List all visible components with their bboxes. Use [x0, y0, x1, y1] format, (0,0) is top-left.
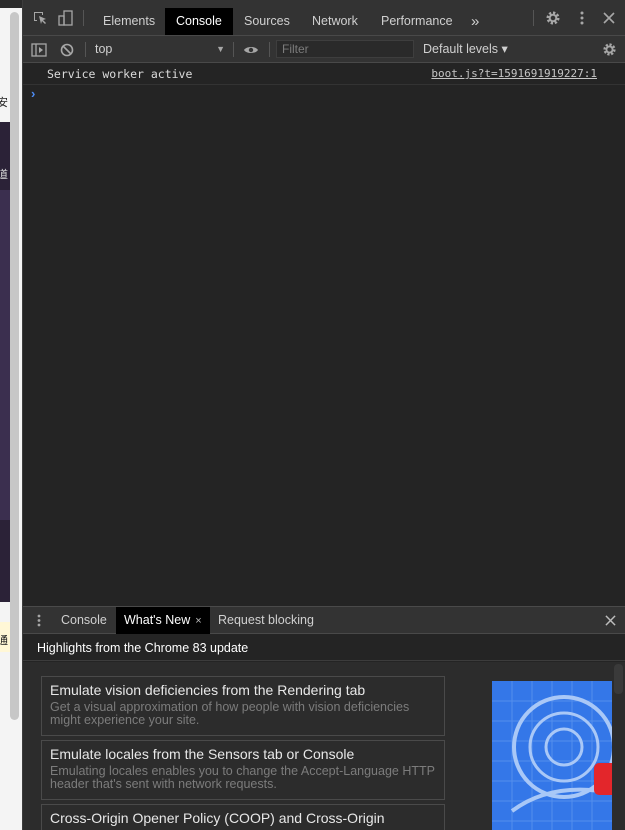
console-toolbar: top ▼ Default levels ▾: [23, 36, 625, 63]
more-tabs-chevron-icon[interactable]: »: [460, 8, 490, 35]
drawer-tab-label: Request blocking: [218, 613, 314, 627]
dropdown-arrow-icon: ▼: [216, 44, 225, 54]
feature-card[interactable]: Cross-Origin Opener Policy (COOP) and Cr…: [41, 804, 445, 830]
feature-card[interactable]: Emulate locales from the Sensors tab or …: [41, 740, 445, 800]
feature-card-title: Emulate locales from the Sensors tab or …: [50, 746, 355, 762]
console-prompt-icon[interactable]: ›: [31, 86, 35, 101]
console-message-text: Service worker active: [47, 67, 193, 81]
settings-gear-icon[interactable]: [539, 0, 567, 36]
clear-console-icon[interactable]: [53, 36, 81, 63]
whats-new-title: Highlights from the Chrome 83 update: [37, 641, 249, 655]
console-settings-gear-icon[interactable]: [595, 36, 623, 63]
tab-elements[interactable]: Elements: [92, 8, 166, 35]
tab-console[interactable]: Console: [165, 8, 233, 35]
close-devtools-icon[interactable]: [595, 0, 623, 36]
log-levels-dropdown[interactable]: Default levels ▾: [423, 40, 508, 59]
device-toolbar-icon[interactable]: [52, 0, 80, 36]
context-value: top: [95, 42, 113, 56]
page-glyph: 安: [0, 96, 8, 109]
drawer-tab-label: What's New: [124, 613, 191, 627]
cards-scrollbar[interactable]: [612, 662, 625, 830]
feature-card-description: Emulating locales enables you to change …: [50, 764, 435, 791]
whats-new-header: Highlights from the Chrome 83 update: [23, 635, 625, 661]
feature-card-title: Cross-Origin Opener Policy (COOP) and Cr…: [50, 810, 385, 826]
devtools-main-toolbar: Elements Console Sources Network Perform…: [23, 0, 625, 36]
toolbar-divider: [533, 10, 534, 26]
page-dark-panel-inner: [0, 190, 10, 520]
console-output[interactable]: Service worker active boot.js?t=15916919…: [23, 63, 625, 606]
tab-sources[interactable]: Sources: [233, 8, 301, 35]
toolbar-divider: [85, 42, 86, 57]
close-drawer-icon[interactable]: [596, 607, 624, 634]
inspect-element-icon[interactable]: [26, 0, 54, 36]
browser-page-slice: 安 道 通: [0, 0, 22, 830]
whats-new-cards[interactable]: Emulate vision deficiencies from the Ren…: [23, 662, 625, 830]
filter-input[interactable]: [276, 40, 414, 58]
drawer-tab-whats-new[interactable]: What's New ×: [116, 607, 210, 634]
devtools-window: Elements Console Sources Network Perform…: [22, 0, 625, 830]
live-expression-eye-icon[interactable]: [237, 36, 265, 63]
drawer-tab-console[interactable]: Console: [53, 607, 115, 634]
feature-card-description: Get a visual approximation of how people…: [50, 700, 410, 727]
page-glyph: 通: [0, 634, 8, 647]
toolbar-divider: [83, 10, 84, 26]
chrome-update-promo-image[interactable]: [492, 681, 613, 830]
drawer-tab-bar: Console What's New × Request blocking: [23, 607, 625, 634]
tab-network[interactable]: Network: [301, 8, 369, 35]
execution-context-select[interactable]: top ▼: [95, 40, 225, 59]
feature-card[interactable]: Emulate vision deficiencies from the Ren…: [41, 676, 445, 736]
close-tab-icon[interactable]: ×: [195, 615, 201, 627]
devtools-drawer: Console What's New × Request blocking Hig…: [23, 606, 625, 830]
drawer-menu-kebab-icon[interactable]: [25, 607, 53, 634]
tab-performance[interactable]: Performance: [370, 8, 464, 35]
toolbar-divider: [233, 42, 234, 57]
feature-card-title: Emulate vision deficiencies from the Ren…: [50, 682, 366, 698]
more-options-kebab-icon[interactable]: [568, 0, 596, 36]
page-scrollbar[interactable]: [10, 12, 19, 720]
toolbar-divider: [269, 42, 270, 57]
drawer-tab-request-blocking[interactable]: Request blocking: [210, 607, 322, 634]
browser-top-edge: [0, 0, 22, 8]
console-message-source-link[interactable]: boot.js?t=1591691919227:1: [431, 67, 597, 80]
page-glyph: 道: [0, 168, 8, 181]
console-message: Service worker active boot.js?t=15916919…: [23, 63, 625, 85]
show-sidebar-icon[interactable]: [25, 36, 53, 63]
drawer-tab-label: Console: [61, 613, 107, 627]
cards-scrollbar-thumb[interactable]: [614, 664, 623, 694]
